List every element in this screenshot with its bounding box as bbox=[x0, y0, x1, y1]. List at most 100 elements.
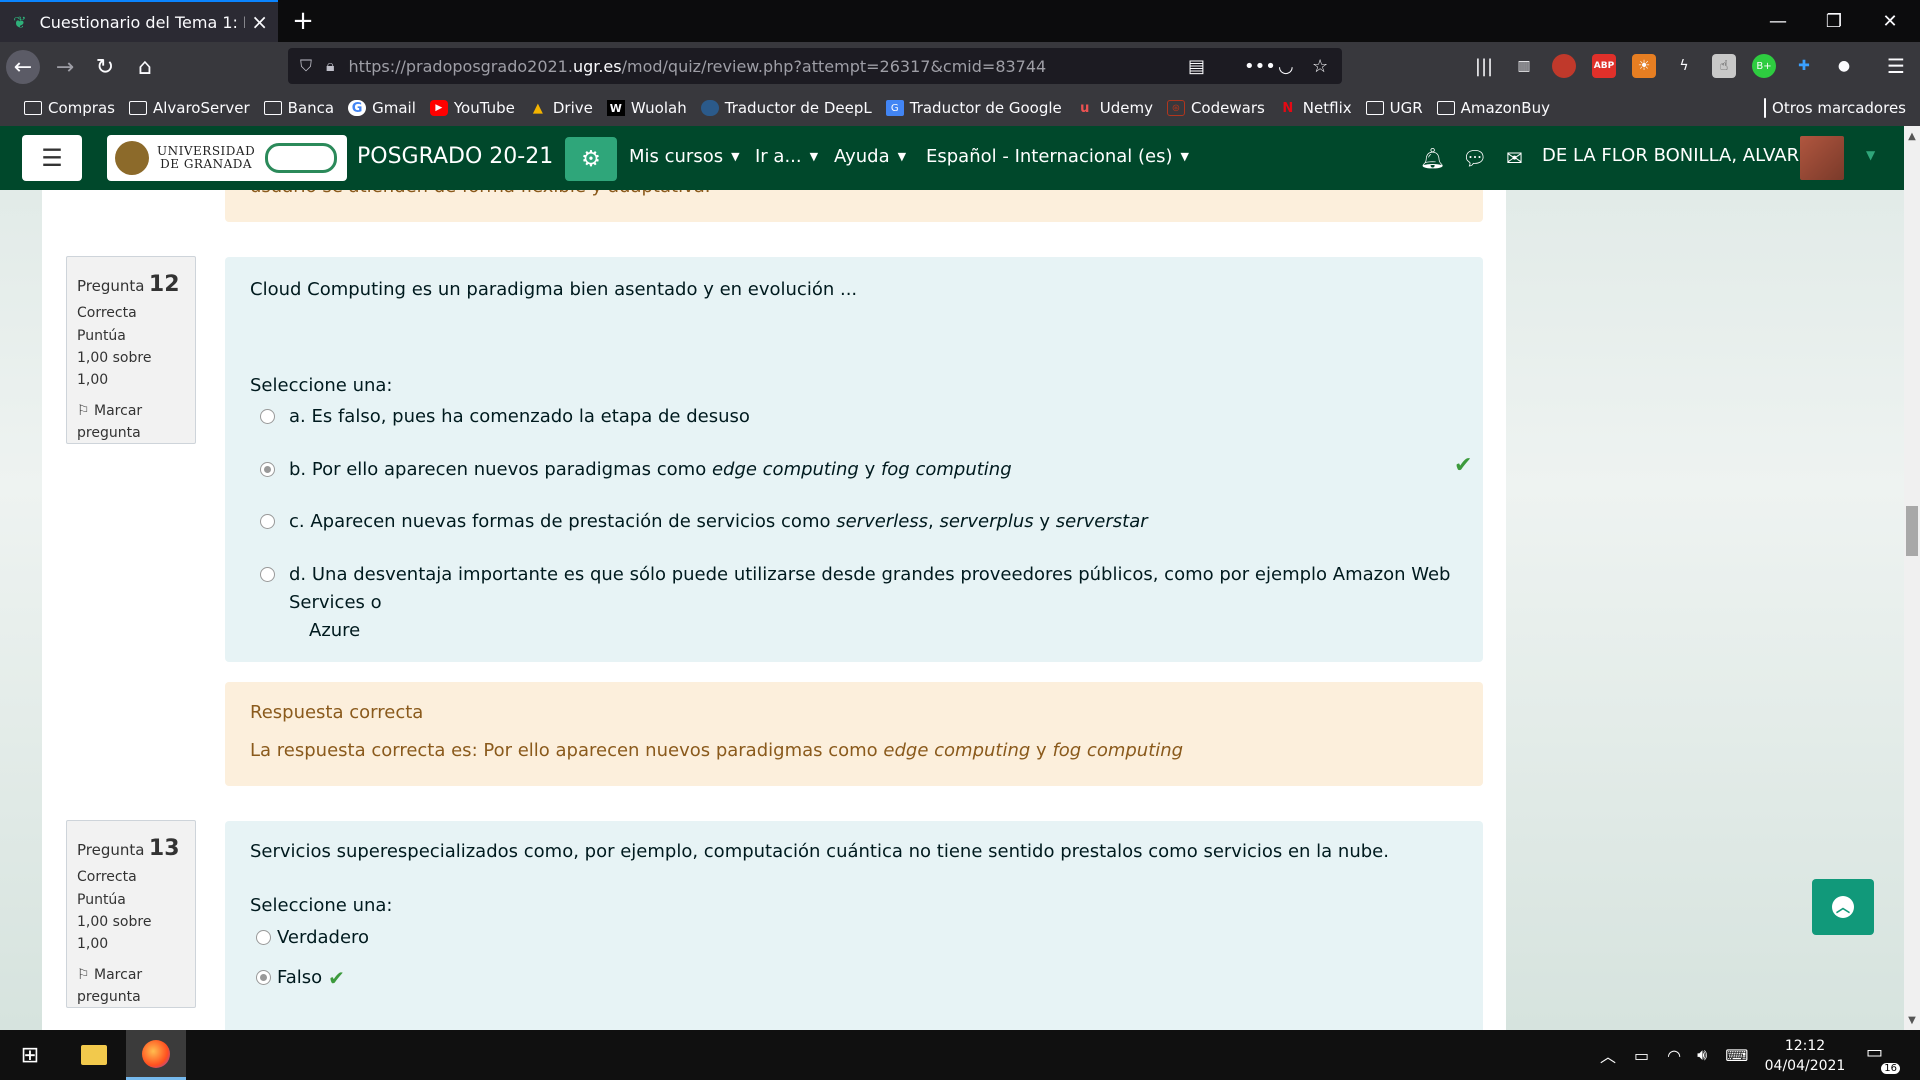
firefox-taskbar-icon[interactable] bbox=[126, 1030, 186, 1080]
page-actions-icon[interactable]: ••• bbox=[1244, 48, 1276, 84]
answer-option-c[interactable]: c. Aparecen nuevas formas de prestación … bbox=[260, 508, 1148, 536]
menu-ayuda[interactable]: Ayuda ▼ bbox=[834, 146, 906, 167]
chevron-up-icon[interactable]: ︿ bbox=[1600, 1043, 1616, 1067]
mail-icon[interactable]: ✉ bbox=[1506, 146, 1523, 170]
scroll-down-arrow-icon[interactable]: ▼ bbox=[1904, 1012, 1920, 1028]
forward-button[interactable]: → bbox=[48, 50, 82, 84]
ugr-logo[interactable]: UNIVERSIDAD DE GRANADA bbox=[107, 135, 347, 181]
menu-ir-a[interactable]: Ir a... ▼ bbox=[755, 146, 818, 167]
system-tray: ︿ ▭ ◠ 🔊︎ ⌨ bbox=[1600, 1030, 1748, 1080]
answer-option-false[interactable]: Falso ✔ bbox=[256, 964, 345, 992]
radio-d[interactable] bbox=[260, 567, 275, 582]
scrollbar-thumb[interactable] bbox=[1906, 506, 1918, 556]
bookmark-alvaroserver[interactable]: AlvaroServer bbox=[128, 99, 250, 117]
answer-option-b[interactable]: b. Por ello aparecen nuevos paradigmas c… bbox=[260, 453, 1472, 484]
minimize-window-button[interactable]: — bbox=[1750, 0, 1806, 42]
flag-question-button[interactable]: ⚐ Marcar pregunta bbox=[77, 964, 185, 1009]
clock[interactable]: 12:12 04/04/2021 bbox=[1760, 1036, 1850, 1076]
messages-icon[interactable]: 💬︎ bbox=[1462, 146, 1487, 170]
radio-false[interactable] bbox=[256, 970, 271, 985]
sidebar-icon[interactable]: ▥ bbox=[1512, 54, 1536, 78]
notification-center-icon[interactable]: ▭ 16 bbox=[1866, 1042, 1900, 1074]
keyboard-icon[interactable]: ⌨ bbox=[1725, 1046, 1748, 1065]
reload-button[interactable]: ↻ bbox=[88, 50, 122, 84]
web-page: usuario se atienden de forma flexible y … bbox=[0, 126, 1904, 1030]
back-to-top-button[interactable]: ︿ bbox=[1812, 879, 1874, 935]
lock-icon[interactable]: 🔒︎ bbox=[326, 56, 335, 76]
extension-bolt-icon[interactable]: ϟ bbox=[1672, 54, 1696, 78]
caret-down-icon: ▼ bbox=[1180, 150, 1189, 163]
udemy-icon: u bbox=[1080, 100, 1090, 116]
volume-icon[interactable]: 🔊︎ bbox=[1697, 1045, 1707, 1065]
answer-option-true[interactable]: Verdadero bbox=[256, 924, 369, 952]
bookmark-wuolah[interactable]: W Wuolah bbox=[606, 99, 687, 117]
radio-c[interactable] bbox=[260, 514, 275, 529]
extension-user-icon[interactable]: ● bbox=[1832, 54, 1856, 78]
user-name[interactable]: DE LA FLOR BONILLA, ALVARO bbox=[1542, 145, 1813, 166]
site-name[interactable]: POSGRADO 20-21 bbox=[357, 144, 553, 169]
bookmark-ugr[interactable]: UGR bbox=[1365, 99, 1423, 117]
radio-a[interactable] bbox=[260, 409, 275, 424]
bookmark-gmail[interactable]: G Gmail bbox=[348, 99, 416, 117]
extension-hand-icon[interactable]: ☝ bbox=[1712, 54, 1736, 78]
battery-icon[interactable]: ▭ bbox=[1634, 1046, 1649, 1065]
pocket-icon[interactable]: ◡ bbox=[1278, 48, 1294, 84]
new-tab-button[interactable]: + bbox=[288, 6, 318, 36]
bookmark-amazonbuy[interactable]: AmazonBuy bbox=[1436, 99, 1550, 117]
wifi-icon[interactable]: ◠ bbox=[1667, 1046, 1681, 1065]
clock-time: 12:12 bbox=[1784, 1038, 1826, 1054]
drawer-toggle-button[interactable]: ☰ bbox=[22, 135, 82, 181]
extension-sun-icon[interactable]: ☀ bbox=[1632, 54, 1656, 78]
question-12-feedback: Respuesta correcta La respuesta correcta… bbox=[225, 682, 1483, 786]
bookmark-netflix[interactable]: N Netflix bbox=[1279, 99, 1351, 117]
bookmark-compras[interactable]: Compras bbox=[24, 99, 115, 117]
answer-option-d[interactable]: d. Una desventaja importante es que sólo… bbox=[260, 561, 1470, 645]
home-button[interactable]: ⌂ bbox=[128, 50, 162, 84]
menu-mis-cursos[interactable]: Mis cursos ▼ bbox=[629, 146, 740, 167]
bookmark-youtube[interactable]: ▶ YouTube bbox=[429, 99, 515, 117]
radio-b[interactable] bbox=[260, 462, 275, 477]
extension-bplus-icon[interactable]: B+ bbox=[1752, 54, 1776, 78]
question-12-info: Pregunta 12 Correcta Puntúa 1,00 sobre 1… bbox=[66, 256, 196, 444]
avatar[interactable] bbox=[1800, 136, 1844, 180]
menu-idioma[interactable]: Español - Internacional (es) ▼ bbox=[926, 146, 1189, 167]
reader-view-icon[interactable]: ▤ bbox=[1188, 48, 1205, 84]
drive-icon: ▲ bbox=[532, 100, 543, 116]
close-window-button[interactable]: ✕ bbox=[1862, 0, 1918, 42]
close-tab-icon[interactable]: × bbox=[251, 10, 268, 34]
scroll-up-arrow-icon[interactable]: ▲ bbox=[1904, 128, 1920, 144]
extension-icon[interactable] bbox=[1552, 54, 1576, 78]
adblock-plus-icon[interactable]: ABP bbox=[1592, 54, 1616, 78]
tab-title: Cuestionario del Tema 1: Revisi bbox=[39, 12, 246, 32]
bookmark-banca[interactable]: Banca bbox=[263, 99, 334, 117]
bookmark-star-icon[interactable]: ☆ bbox=[1312, 48, 1328, 84]
page-scrollbar[interactable]: ▲ ▼ bbox=[1904, 126, 1920, 1030]
bookmark-codewars[interactable]: ⊛ Codewars bbox=[1166, 99, 1265, 117]
other-bookmarks[interactable]: Otros marcadores bbox=[1764, 90, 1906, 126]
library-icon[interactable]: ||| bbox=[1472, 54, 1496, 78]
extension-puzzle-icon[interactable]: ✚ bbox=[1792, 54, 1816, 78]
url-bar[interactable]: ⛉ 🔒︎ https://pradoposgrado2021.ugr.es/mo… bbox=[288, 48, 1342, 84]
flag-icon: ⚐ bbox=[77, 402, 90, 419]
shield-icon[interactable]: ⛉ bbox=[300, 56, 312, 76]
youtube-icon: ▶ bbox=[429, 100, 448, 116]
url-text[interactable]: https://pradoposgrado2021.ugr.es/mod/qui… bbox=[349, 57, 1047, 76]
folder-icon bbox=[1764, 98, 1767, 118]
bookmark-udemy[interactable]: u Udemy bbox=[1076, 99, 1153, 117]
answer-option-a[interactable]: a. Es falso, pues ha comenzado la etapa … bbox=[260, 403, 750, 431]
flag-question-button[interactable]: ⚐ Marcar pregunta bbox=[77, 400, 185, 445]
restore-window-button[interactable]: ❐ bbox=[1806, 0, 1862, 42]
bookmark-google-translate[interactable]: G Traductor de Google bbox=[885, 99, 1062, 117]
app-menu-icon[interactable]: ☰ bbox=[1884, 54, 1908, 78]
bookmark-drive[interactable]: ▲ Drive bbox=[529, 99, 593, 117]
file-explorer-icon[interactable] bbox=[66, 1030, 122, 1080]
windows-taskbar: ⊞ ︿ ▭ ◠ 🔊︎ ⌨ 12:12 04/04/2021 ▭ 16 bbox=[0, 1030, 1920, 1080]
radio-true[interactable] bbox=[256, 930, 271, 945]
back-button[interactable]: ← bbox=[6, 50, 40, 84]
notifications-bell-icon[interactable]: 🔔︎ bbox=[1420, 146, 1445, 170]
gears-menu-button[interactable]: ⚙ bbox=[565, 137, 617, 181]
windows-start-icon[interactable]: ⊞ bbox=[0, 1030, 60, 1080]
bookmark-deepl[interactable]: Traductor de DeepL bbox=[700, 99, 872, 117]
browser-tab-active[interactable]: ❦ Cuestionario del Tema 1: Revisi × bbox=[0, 0, 278, 42]
caret-down-icon[interactable]: ▼ bbox=[1866, 148, 1875, 162]
